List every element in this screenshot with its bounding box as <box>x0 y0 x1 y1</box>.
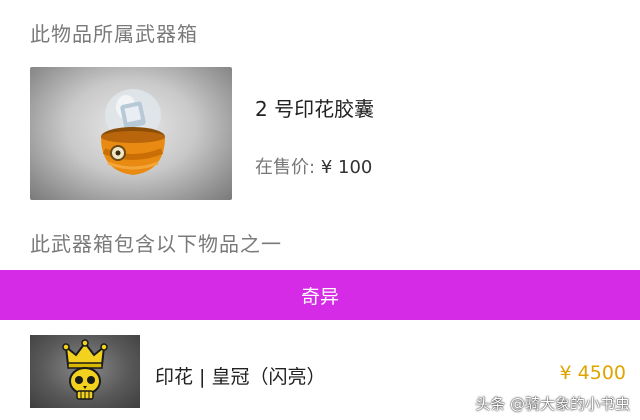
rarity-label: 奇异 <box>300 285 339 308</box>
sticker-capsule-icon <box>101 89 165 175</box>
item-thumbnail[interactable] <box>30 335 140 408</box>
item-name[interactable]: 印花 | 皇冠（闪亮） <box>155 362 325 389</box>
section-title-belongs: 此物品所属武器箱 <box>30 22 198 46</box>
case-price: 在售价: ¥ 100 <box>255 153 372 179</box>
item-price: ¥ 4500 <box>559 362 626 384</box>
watermark: 头条 @骑大象的小书虫 <box>475 395 630 413</box>
case-price-value: ¥ 100 <box>320 157 373 178</box>
case-thumbnail[interactable] <box>30 67 232 200</box>
case-name[interactable]: 2 号印花胶囊 <box>255 93 374 122</box>
crown-skull-sticker-icon <box>62 339 108 400</box>
rarity-header: 奇异 <box>0 270 640 320</box>
case-price-label: 在售价: <box>255 157 316 178</box>
section-title-contains: 此武器箱包含以下物品之一 <box>30 232 282 256</box>
